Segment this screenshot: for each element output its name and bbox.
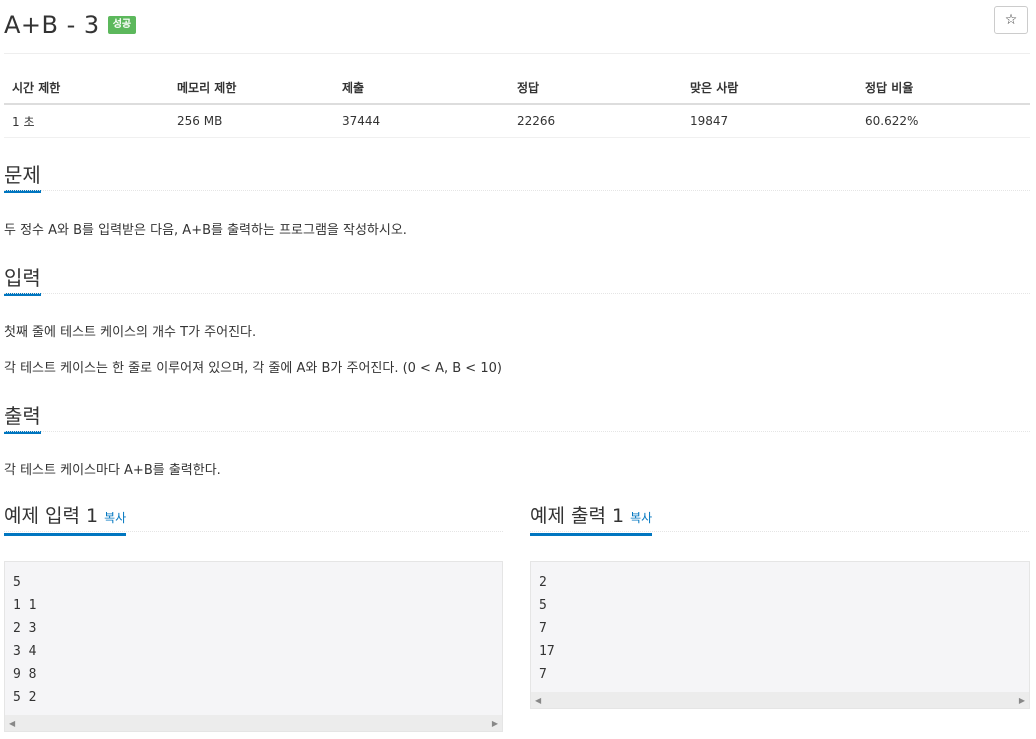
section-divider	[4, 190, 1030, 191]
sample-output-code: 2 5 7 17 7	[531, 562, 1029, 686]
code-line: 17	[539, 644, 555, 659]
scroll-left-icon[interactable]: ◀	[9, 719, 15, 728]
section-divider	[530, 531, 1029, 532]
input-description-line-1: 첫째 줄에 테스트 케이스의 개수 T가 주어진다.	[4, 325, 257, 340]
code-line: 3 4	[13, 644, 37, 659]
sample-output-heading-row: 예제 출력 1 복사	[530, 503, 1029, 536]
sample-input-title: 예제 입력 1	[4, 505, 99, 527]
problem-title-row: A+B - 3 성공	[4, 8, 137, 42]
problem-info-table: 시간 제한 메모리 제한 제출 정답 맞은 사람 정답 비율 1 초 256 M…	[4, 72, 1030, 138]
header-time-limit: 시간 제한	[4, 72, 169, 105]
sample-output-box[interactable]: 2 5 7 17 7 ◀ ▶	[530, 561, 1030, 709]
header-accepted: 정답	[509, 72, 682, 105]
title-divider	[4, 53, 1030, 54]
favorite-button[interactable]: ☆	[994, 6, 1028, 34]
input-heading-row: 입력	[4, 265, 1030, 296]
section-divider	[4, 431, 1030, 432]
code-line: 1 1	[13, 598, 37, 613]
problem-heading: 문제	[4, 162, 41, 193]
section-divider	[4, 531, 503, 532]
input-description-line-2: 각 테스트 케이스는 한 줄로 이루어져 있으며, 각 줄에 A와 B가 주어진…	[4, 361, 502, 376]
value-accepted[interactable]: 22266	[509, 104, 682, 138]
copy-input-button[interactable]: 복사	[104, 511, 126, 525]
header-submissions: 제출	[334, 72, 509, 105]
value-submissions[interactable]: 37444	[334, 104, 509, 138]
code-line: 5	[13, 575, 21, 590]
problem-title: A+B - 3	[4, 11, 100, 39]
output-heading-row: 출력	[4, 403, 1030, 434]
problem-description: 두 정수 A와 B를 입력받은 다음, A+B를 출력하는 프로그램을 작성하시…	[4, 223, 407, 238]
value-memory-limit: 256 MB	[169, 104, 334, 138]
value-time-limit: 1 초	[4, 104, 169, 138]
status-badge: 성공	[107, 16, 137, 34]
horizontal-scrollbar[interactable]: ◀ ▶	[531, 692, 1029, 708]
problem-section: 문제	[4, 162, 1030, 193]
code-line: 5 2	[13, 690, 37, 705]
code-line: 2	[539, 575, 547, 590]
horizontal-scrollbar[interactable]: ◀ ▶	[5, 715, 502, 731]
output-description: 각 테스트 케이스마다 A+B를 출력한다.	[4, 463, 221, 478]
code-line: 2 3	[13, 621, 37, 636]
table-header-row: 시간 제한 메모리 제한 제출 정답 맞은 사람 정답 비율	[4, 72, 1030, 105]
value-accept-rate: 60.622%	[857, 104, 1030, 138]
section-divider	[4, 293, 1030, 294]
code-line: 7	[539, 621, 547, 636]
code-line: 7	[539, 667, 547, 682]
table-row: 1 초 256 MB 37444 22266 19847 60.622%	[4, 104, 1030, 138]
header-solvers: 맞은 사람	[682, 72, 857, 105]
sample-output-title: 예제 출력 1	[530, 505, 625, 527]
header-memory-limit: 메모리 제한	[169, 72, 334, 105]
header-accept-rate: 정답 비율	[857, 72, 1030, 105]
scroll-right-icon[interactable]: ▶	[492, 719, 498, 728]
sample-output-section: 예제 출력 1 복사	[530, 503, 1029, 536]
output-section: 출력	[4, 403, 1030, 434]
code-line: 5	[539, 598, 547, 613]
scroll-right-icon[interactable]: ▶	[1019, 696, 1025, 705]
sample-input-section: 예제 입력 1 복사	[4, 503, 503, 536]
sample-input-heading-row: 예제 입력 1 복사	[4, 503, 503, 536]
code-line: 9 8	[13, 667, 37, 682]
sample-input-code: 5 1 1 2 3 3 4 9 8 5 2	[5, 562, 502, 709]
output-heading: 출력	[4, 403, 41, 434]
value-solvers[interactable]: 19847	[682, 104, 857, 138]
sample-input-box[interactable]: 5 1 1 2 3 3 4 9 8 5 2 ◀ ▶	[4, 561, 503, 732]
copy-output-button[interactable]: 복사	[630, 511, 652, 525]
input-heading: 입력	[4, 265, 41, 296]
input-section: 입력	[4, 265, 1030, 296]
scroll-left-icon[interactable]: ◀	[535, 696, 541, 705]
problem-heading-row: 문제	[4, 162, 1030, 193]
star-icon: ☆	[1004, 12, 1018, 28]
